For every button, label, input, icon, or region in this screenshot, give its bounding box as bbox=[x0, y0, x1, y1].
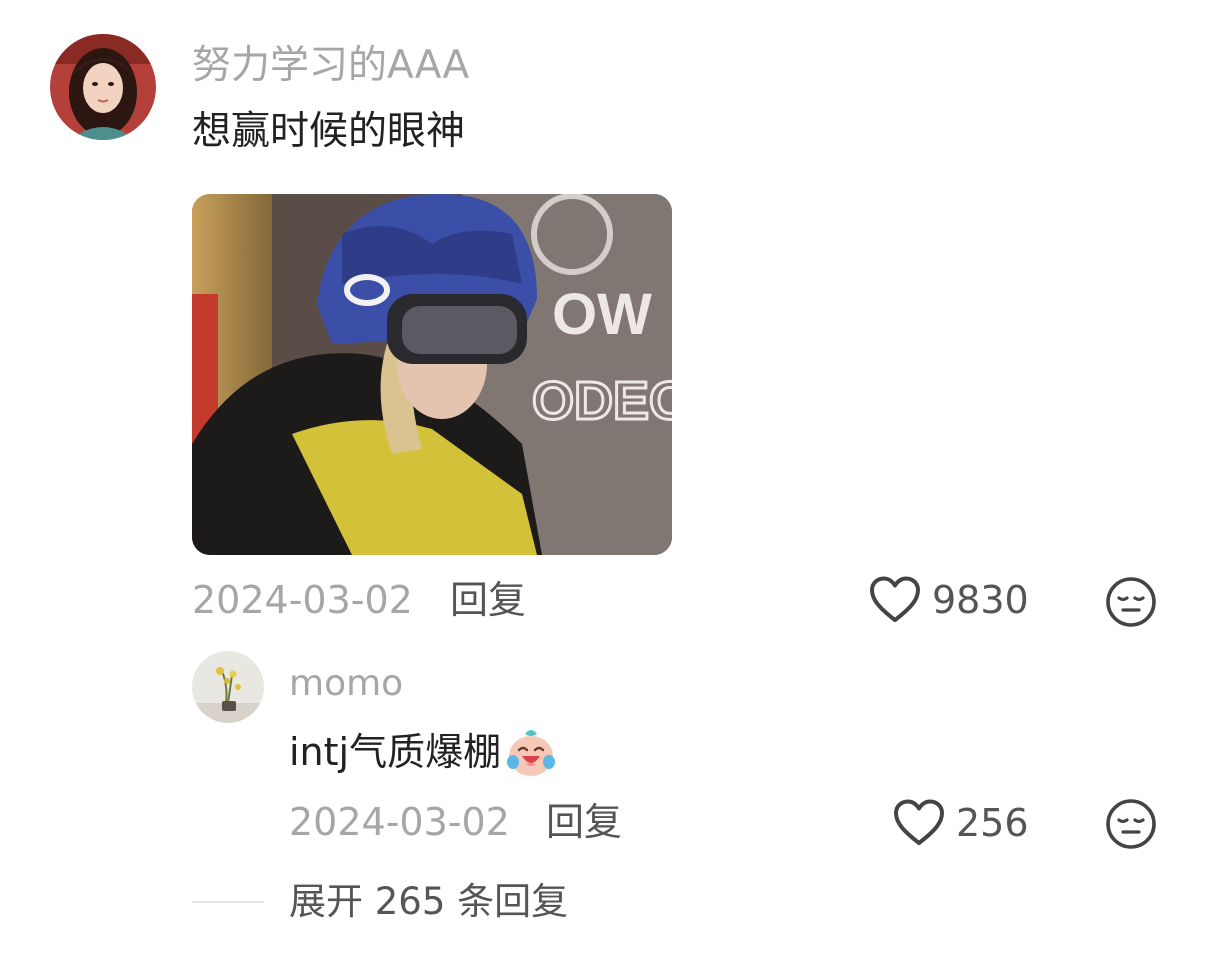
avatar-flower-vase-icon bbox=[192, 651, 264, 723]
user-avatar[interactable] bbox=[50, 34, 156, 140]
comment-text: 想赢时候的眼神 bbox=[192, 109, 466, 154]
reply-dislike-button[interactable] bbox=[1105, 798, 1157, 850]
heart-outline-icon bbox=[894, 799, 944, 845]
like-button[interactable]: 9830 bbox=[868, 574, 1029, 626]
meh-face-icon bbox=[1106, 799, 1156, 849]
comment-thread: 努力学习的AAA 想赢时候的眼神 OW ODEO 2024-03-02 回复 9… bbox=[0, 0, 1206, 970]
comment-photo[interactable]: OW ODEO bbox=[192, 194, 672, 555]
reply-text-row: intj气质爆棚 bbox=[289, 724, 559, 780]
heart-outline-icon bbox=[870, 576, 920, 622]
reply-date: 2024-03-02 bbox=[289, 800, 510, 844]
svg-text:ODEO: ODEO bbox=[532, 371, 672, 431]
reply-text: intj气质爆棚 bbox=[289, 730, 502, 774]
reply-button[interactable]: 回复 bbox=[450, 574, 526, 626]
like-count: 9830 bbox=[932, 578, 1029, 622]
expand-divider bbox=[192, 901, 264, 903]
reply-reply-button[interactable]: 回复 bbox=[546, 796, 622, 848]
avatar-woman-portrait-icon bbox=[50, 34, 156, 140]
comment-username[interactable]: 努力学习的AAA bbox=[192, 40, 469, 92]
dislike-button[interactable] bbox=[1105, 576, 1157, 628]
reply-user-avatar[interactable] bbox=[192, 651, 264, 723]
reply-username[interactable]: momo bbox=[289, 660, 403, 708]
svg-text:OW: OW bbox=[552, 282, 652, 347]
meh-face-icon bbox=[1106, 577, 1156, 627]
reply-like-button[interactable]: 256 bbox=[892, 797, 1029, 849]
expand-replies-button[interactable]: 展开 265 条回复 bbox=[289, 876, 568, 928]
photo-snowboarder-icon: OW ODEO bbox=[192, 194, 672, 555]
comment-date: 2024-03-02 bbox=[192, 578, 413, 622]
crying-laughing-emoji-icon bbox=[503, 724, 559, 780]
reply-like-count: 256 bbox=[956, 801, 1029, 845]
